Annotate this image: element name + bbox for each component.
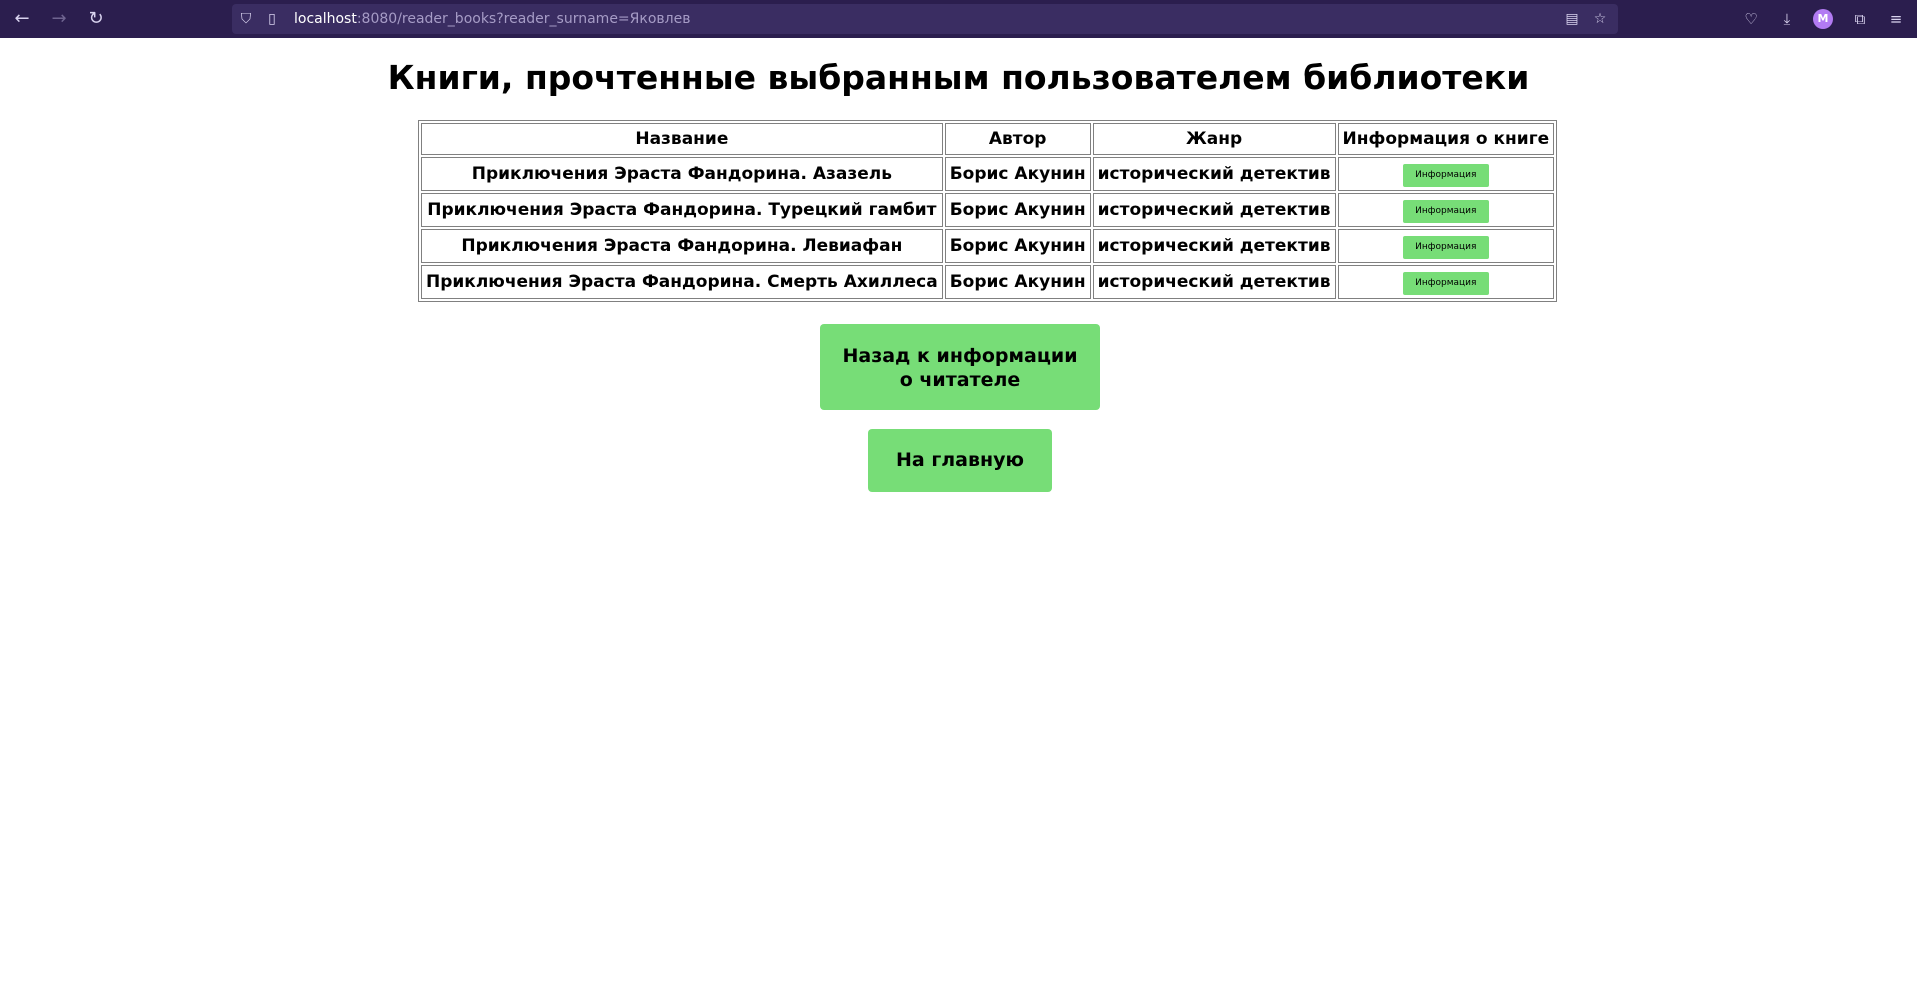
back-button-line2: о читателе (899, 369, 1021, 391)
url-path: :8080/reader_books?reader_surname=Яковле… (356, 11, 691, 27)
reader-view-icon[interactable]: ▤ (1562, 9, 1582, 29)
column-header-info: Информация о книге (1337, 123, 1555, 155)
info-button[interactable]: Информация (1402, 199, 1489, 223)
books-table: Название Автор Жанр Информация о книге П… (418, 120, 1558, 302)
table-row: Приключения Эраста Фандорина. Смерть Ахи… (421, 265, 1555, 299)
book-title-cell: Приключения Эраста Фандорина. Азазель (421, 157, 943, 191)
column-header-author: Автор (944, 123, 1091, 155)
table-row: Приключения Эраста Фандорина. Турецкий г… (421, 193, 1555, 227)
table-row: Приключения Эраста Фандорина. Левиафан Б… (421, 229, 1555, 263)
browser-toolbar: ← → ↻ ⛉ ▯ localhost:8080/reader_books?re… (0, 0, 1917, 38)
shield-icon[interactable]: ⛉ (236, 9, 256, 29)
info-button[interactable]: Информация (1402, 163, 1489, 187)
book-genre-cell: исторический детектив (1092, 157, 1336, 191)
book-author-cell: Борис Акунин (944, 229, 1091, 263)
book-genre-cell: исторический детектив (1092, 193, 1336, 227)
table-header-row: Название Автор Жанр Информация о книге (421, 123, 1555, 155)
book-genre-cell: исторический детектив (1092, 265, 1336, 299)
page-info-icon[interactable]: ▯ (262, 9, 282, 29)
url-text[interactable]: localhost:8080/reader_books?reader_surna… (294, 10, 690, 28)
account-avatar[interactable]: M (1813, 9, 1833, 29)
page-title: Книги, прочтенные выбранным пользователе… (387, 58, 1530, 97)
address-bar[interactable]: ⛉ ▯ localhost:8080/reader_books?reader_s… (232, 4, 1618, 34)
book-title-cell: Приключения Эраста Фандорина. Смерть Ахи… (421, 265, 943, 299)
downloads-icon[interactable]: ⤓ (1775, 7, 1799, 31)
column-header-title: Название (421, 123, 943, 155)
extensions-icon[interactable]: ⧉ (1848, 7, 1872, 31)
reload-icon[interactable]: ↻ (84, 7, 108, 31)
book-info-cell: Информация (1337, 157, 1555, 191)
bookmark-star-icon[interactable]: ☆ (1590, 9, 1610, 29)
pocket-icon[interactable]: ♡ (1739, 7, 1763, 31)
forward-arrow-icon[interactable]: → (47, 7, 71, 31)
menu-icon[interactable]: ≡ (1884, 7, 1908, 31)
book-author-cell: Борис Акунин (944, 157, 1091, 191)
url-host: localhost (294, 11, 357, 27)
info-button[interactable]: Информация (1402, 235, 1489, 259)
book-info-cell: Информация (1337, 229, 1555, 263)
info-button[interactable]: Информация (1402, 271, 1489, 295)
column-header-genre: Жанр (1092, 123, 1336, 155)
home-button[interactable]: На главную (868, 429, 1052, 492)
book-title-cell: Приключения Эраста Фандорина. Левиафан (421, 229, 943, 263)
book-info-cell: Информация (1337, 265, 1555, 299)
book-author-cell: Борис Акунин (944, 265, 1091, 299)
book-author-cell: Борис Акунин (944, 193, 1091, 227)
book-genre-cell: исторический детектив (1092, 229, 1336, 263)
book-info-cell: Информация (1337, 193, 1555, 227)
back-to-reader-button[interactable]: Назад к информации о читателе (820, 324, 1100, 410)
book-title-cell: Приключения Эраста Фандорина. Турецкий г… (421, 193, 943, 227)
back-arrow-icon[interactable]: ← (10, 7, 34, 31)
back-button-line1: Назад к информации (842, 345, 1078, 367)
table-row: Приключения Эраста Фандорина. Азазель Бо… (421, 157, 1555, 191)
